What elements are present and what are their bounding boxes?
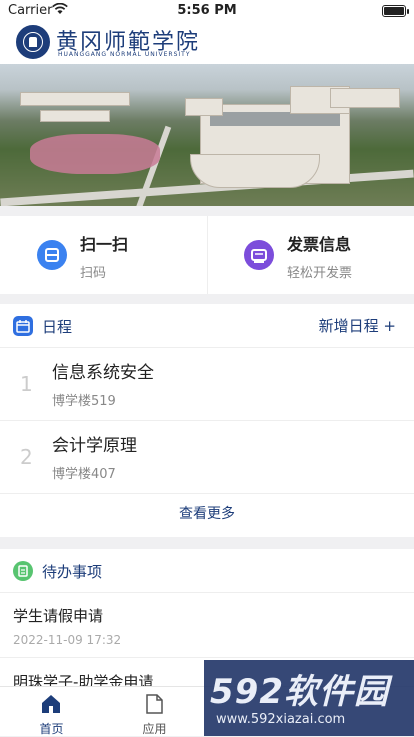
course-name: 信息系统安全: [52, 363, 154, 383]
tab-apps[interactable]: 应用: [103, 687, 206, 737]
campus-banner-image[interactable]: [0, 64, 414, 206]
todo-title: 待办事项: [42, 563, 103, 581]
battery-icon: [382, 5, 409, 17]
view-more-link[interactable]: 查看更多: [0, 503, 414, 523]
schedule-header: 日程 新增日程 +: [0, 304, 414, 348]
invoice-icon: [244, 240, 274, 270]
app-header: 黄冈师範学院 HUANGGANG NORMAL UNIVERSITY: [0, 22, 414, 64]
scan-action[interactable]: 扫一扫 扫码: [0, 216, 207, 294]
schedule-index: 2: [20, 445, 33, 469]
todo-item-date: 2022-11-09 17:32: [13, 633, 122, 647]
tab-home-label: 首页: [39, 722, 64, 736]
calendar-icon: [13, 316, 33, 336]
course-name: 会计学原理: [52, 436, 137, 456]
todo-item-title[interactable]: 学生请假申请: [13, 605, 103, 626]
clock: 5:56 PM: [177, 3, 237, 18]
scan-subtitle: 扫码: [80, 266, 107, 281]
scan-title: 扫一扫: [80, 235, 129, 254]
divider: [0, 657, 414, 658]
watermark-overlay: 592软件园 www.592xiazai.com: [204, 660, 414, 736]
quick-actions: 扫一扫 扫码 发票信息 轻松开发票: [0, 216, 414, 294]
tab-home[interactable]: 首页: [0, 687, 103, 737]
invoice-title: 发票信息: [287, 235, 352, 254]
watermark-brand: 592软件园: [210, 672, 389, 712]
scan-icon: [37, 240, 67, 270]
watermark-url: www.592xiazai.com: [216, 712, 346, 727]
course-location: 博学楼519: [52, 394, 116, 409]
invoice-action[interactable]: 发票信息 轻松开发票: [207, 216, 414, 294]
university-name-en: HUANGGANG NORMAL UNIVERSITY: [58, 51, 191, 58]
status-bar: Carrier 5:56 PM: [0, 0, 414, 22]
university-seal-logo: [16, 25, 50, 59]
apps-icon: [146, 694, 163, 714]
schedule-index: 1: [20, 372, 33, 396]
schedule-card: 日程 新增日程 + 1 信息系统安全 博学楼519 2 会计学原理 博学楼407…: [0, 304, 414, 537]
schedule-item[interactable]: 1 信息系统安全 博学楼519: [0, 348, 414, 421]
course-location: 博学楼407: [52, 467, 116, 482]
home-icon: [42, 695, 60, 713]
add-schedule-button[interactable]: 新增日程 +: [319, 315, 396, 336]
invoice-subtitle: 轻松开发票: [287, 266, 353, 281]
todo-header: 待办事项: [0, 549, 414, 593]
tab-apps-label: 应用: [142, 722, 167, 736]
schedule-title: 日程: [42, 318, 73, 336]
todo-list-icon: [13, 561, 33, 581]
schedule-item[interactable]: 2 会计学原理 博学楼407: [0, 421, 414, 494]
